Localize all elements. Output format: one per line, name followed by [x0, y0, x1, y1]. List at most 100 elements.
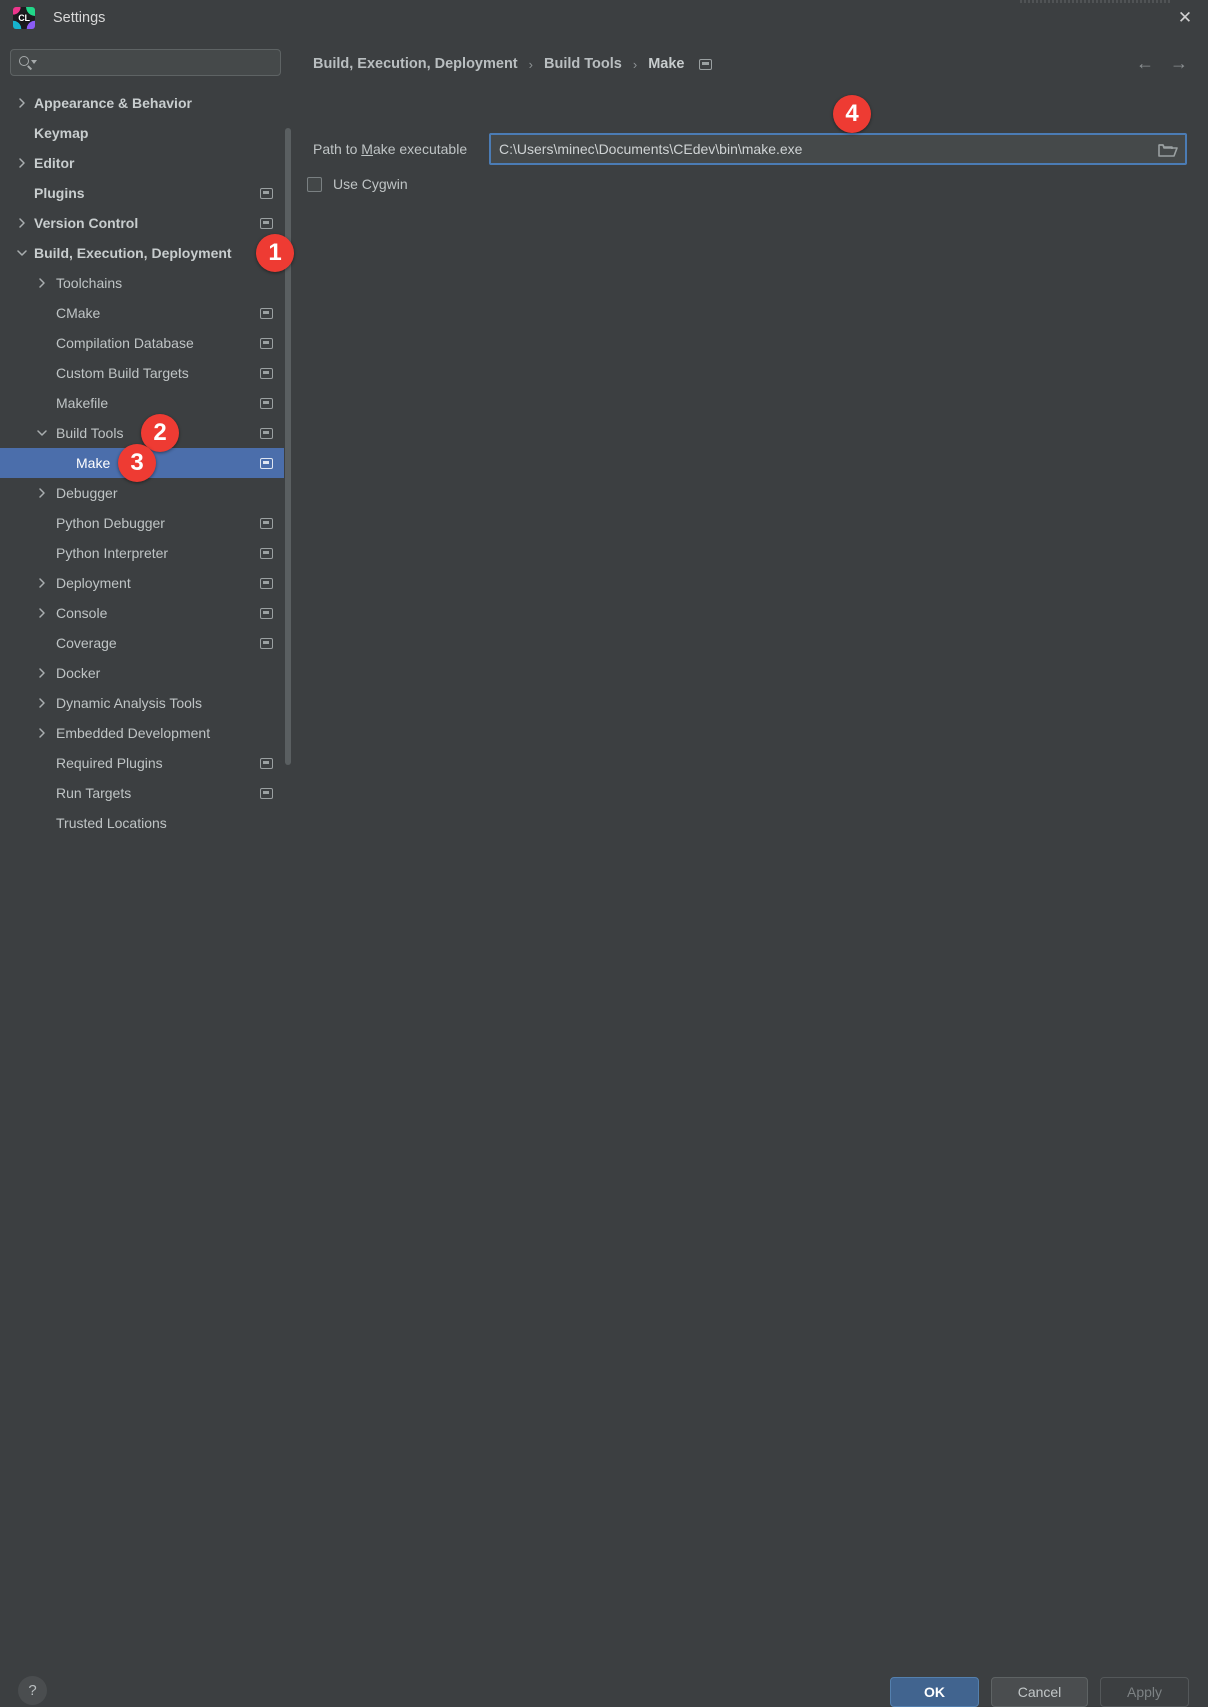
sidebar-item-python-debugger[interactable]: Python Debugger [0, 508, 291, 538]
search-box[interactable] [10, 49, 281, 76]
window-title: Settings [53, 8, 105, 28]
sidebar-item-label: Deployment [56, 575, 131, 591]
sidebar-item-docker[interactable]: Docker [0, 658, 291, 688]
sidebar-item-build-execution-deployment[interactable]: Build, Execution, Deployment [0, 238, 291, 268]
sidebar-item-label: Plugins [34, 185, 85, 201]
sidebar-item-required-plugins[interactable]: Required Plugins [0, 748, 291, 778]
sidebar-item-label: Toolchains [56, 275, 122, 291]
path-to-make-field[interactable] [489, 133, 1187, 165]
sidebar-item-label: Run Targets [56, 785, 131, 801]
chevron-right-icon[interactable] [36, 697, 48, 709]
sidebar-item-label: Python Debugger [56, 515, 165, 531]
sidebar-item-label: Required Plugins [56, 755, 163, 771]
chevron-right-icon[interactable] [16, 157, 28, 169]
sidebar-item-keymap[interactable]: Keymap [0, 118, 291, 148]
sidebar-item-coverage[interactable]: Coverage [0, 628, 291, 658]
annotation-badge-3: 3 [118, 444, 156, 482]
sidebar-item-label: Embedded Development [56, 725, 210, 741]
project-setting-icon [260, 368, 273, 379]
sidebar-item-run-targets[interactable]: Run Targets [0, 778, 291, 808]
breadcrumb-item[interactable]: Build Tools [544, 56, 622, 72]
sidebar-item-console[interactable]: Console [0, 598, 291, 628]
sidebar-item-makefile[interactable]: Makefile [0, 388, 291, 418]
annotation-badge-1: 1 [256, 234, 294, 272]
chevron-right-icon[interactable] [36, 727, 48, 739]
forward-arrow-icon[interactable]: → [1168, 52, 1190, 74]
chevron-right-icon[interactable] [36, 487, 48, 499]
project-setting-icon [260, 338, 273, 349]
settings-content-pane: Build, Execution, Deployment › Build Tools… [291, 36, 1208, 831]
sidebar-item-version-control[interactable]: Version Control [0, 208, 291, 238]
sidebar-item-compilation-database[interactable]: Compilation Database [0, 328, 291, 358]
ok-button[interactable]: OK [890, 1677, 979, 1707]
sidebar-item-label: Docker [56, 665, 100, 681]
annotation-badge-4: 4 [833, 95, 871, 133]
dialog-footer: ? OK Cancel Apply [0, 831, 1208, 890]
chevron-right-icon[interactable] [36, 577, 48, 589]
sidebar-item-toolchains[interactable]: Toolchains [0, 268, 291, 298]
navigation-arrows: ← → [1134, 52, 1190, 74]
sidebar-item-label: Make [76, 455, 110, 471]
sidebar-item-label: Python Interpreter [56, 545, 168, 561]
chevron-down-icon[interactable] [16, 247, 28, 259]
close-icon[interactable]: ✕ [1162, 0, 1208, 36]
sidebar-item-editor[interactable]: Editor [0, 148, 291, 178]
cancel-button[interactable]: Cancel [991, 1677, 1088, 1707]
breadcrumb-separator: › [633, 57, 637, 72]
search-input[interactable] [36, 55, 280, 70]
sidebar-item-label: Custom Build Targets [56, 365, 189, 381]
chevron-right-icon[interactable] [16, 97, 28, 109]
sidebar-item-label: Trusted Locations [56, 815, 167, 831]
project-setting-icon [260, 608, 273, 619]
project-setting-icon [260, 428, 273, 439]
sidebar-item-trusted-locations[interactable]: Trusted Locations [0, 808, 291, 831]
sidebar-item-label: Editor [34, 155, 74, 171]
back-arrow-icon[interactable]: ← [1134, 52, 1156, 74]
sidebar-item-label: Coverage [56, 635, 117, 651]
project-setting-icon [260, 188, 273, 199]
sidebar-item-label: Keymap [34, 125, 88, 141]
chevron-right-icon[interactable] [16, 217, 28, 229]
folder-open-icon[interactable] [1151, 135, 1185, 163]
chevron-down-icon[interactable] [36, 427, 48, 439]
sidebar-item-embedded-development[interactable]: Embedded Development [0, 718, 291, 748]
sidebar-item-deployment[interactable]: Deployment [0, 568, 291, 598]
path-label-mnemonic: M [361, 141, 373, 157]
project-setting-icon [260, 458, 273, 469]
path-label-prefix: Path to [313, 141, 361, 157]
project-setting-icon [260, 218, 273, 229]
sidebar-item-plugins[interactable]: Plugins [0, 178, 291, 208]
sidebar-item-label: Version Control [34, 215, 138, 231]
sidebar-item-cmake[interactable]: CMake [0, 298, 291, 328]
clion-logo-icon: CL [13, 7, 35, 29]
project-setting-icon [260, 578, 273, 589]
use-cygwin-row[interactable]: Use Cygwin [307, 176, 408, 192]
help-icon[interactable]: ? [18, 1676, 47, 1705]
sidebar-item-label: Debugger [56, 485, 118, 501]
sidebar-item-label: Makefile [56, 395, 108, 411]
path-to-make-input[interactable] [491, 141, 1151, 157]
title-bar: CL Settings ✕ [0, 0, 1208, 36]
chevron-right-icon[interactable] [36, 667, 48, 679]
sidebar-item-appearance-behavior[interactable]: Appearance & Behavior [0, 88, 291, 118]
chevron-right-icon[interactable] [36, 277, 48, 289]
sidebar-item-label: Dynamic Analysis Tools [56, 695, 202, 711]
project-setting-icon [260, 758, 273, 769]
chevron-right-icon[interactable] [36, 607, 48, 619]
search-box-wrapper [10, 49, 281, 76]
breadcrumb: Build, Execution, Deployment › Build Tools… [313, 54, 712, 74]
use-cygwin-label: Use Cygwin [333, 176, 408, 192]
sidebar-item-custom-build-targets[interactable]: Custom Build Targets [0, 358, 291, 388]
project-setting-icon [260, 788, 273, 799]
sidebar-item-label: CMake [56, 305, 100, 321]
use-cygwin-checkbox[interactable] [307, 177, 322, 192]
project-setting-icon [260, 638, 273, 649]
sidebar-item-label: Appearance & Behavior [34, 95, 192, 111]
breadcrumb-item[interactable]: Build, Execution, Deployment [313, 56, 518, 72]
sidebar-item-debugger[interactable]: Debugger [0, 478, 291, 508]
sidebar-item-dynamic-analysis-tools[interactable]: Dynamic Analysis Tools [0, 688, 291, 718]
sidebar-item-python-interpreter[interactable]: Python Interpreter [0, 538, 291, 568]
breadcrumb-item[interactable]: Make [648, 56, 684, 72]
sidebar-item-label: Build, Execution, Deployment [34, 245, 232, 261]
sidebar-item-label: Console [56, 605, 107, 621]
